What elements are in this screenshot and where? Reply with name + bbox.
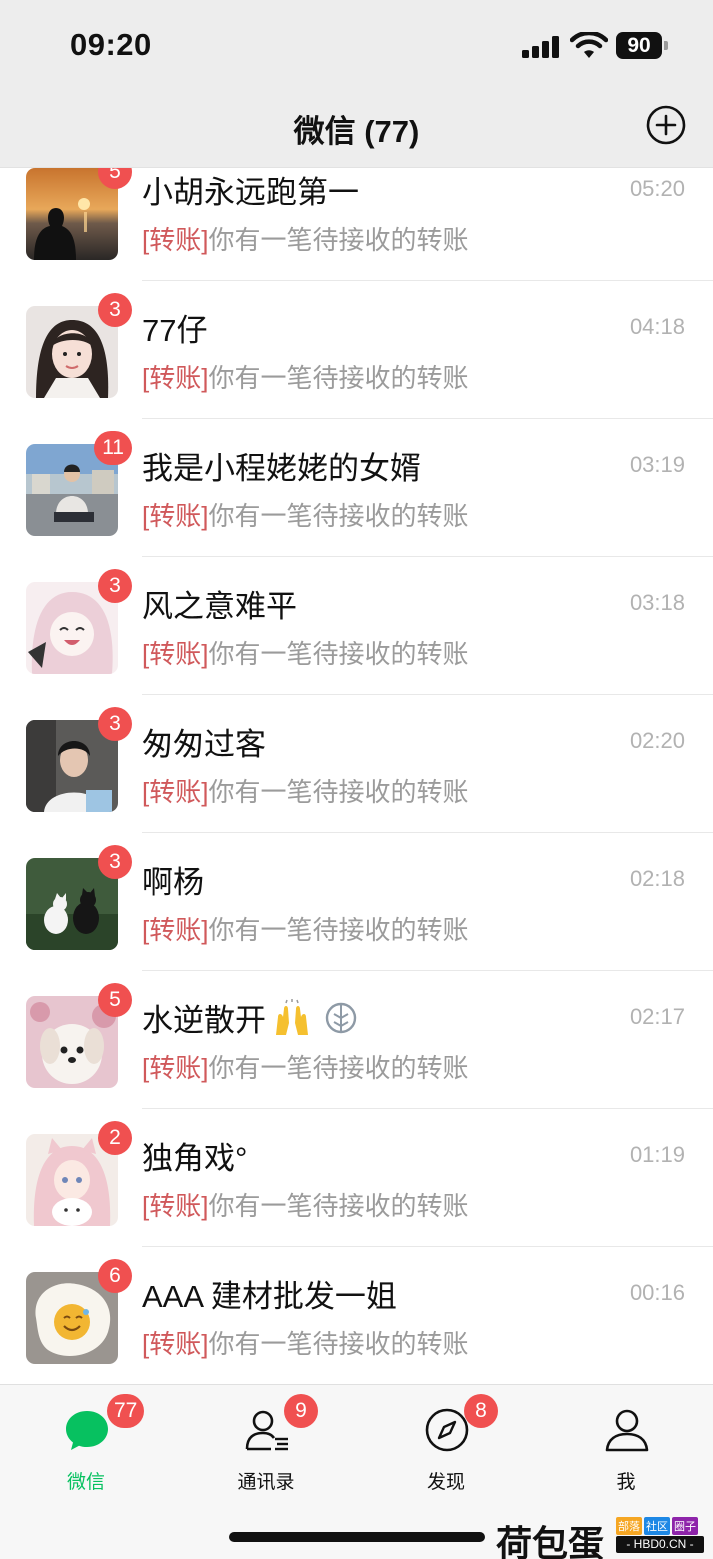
watermark-tag: 社区 — [644, 1517, 670, 1535]
chat-preview: [转账]你有一笔待接收的转账 — [142, 1053, 469, 1083]
chat-name: 小胡永远跑第一 — [142, 175, 359, 210]
contacts-icon — [245, 1410, 288, 1451]
watermark-tag: 圈子 — [672, 1517, 698, 1535]
unread-badge: 6 — [98, 1259, 132, 1293]
chat-bubble-icon — [66, 1411, 108, 1450]
chat-name: 我是小程姥姥的女婿 — [142, 451, 421, 486]
tab-badge: 77 — [107, 1394, 145, 1428]
chat-row[interactable]: 5 小胡永远跑第一 [转账]你有一笔待接收的转账 05:20 — [0, 168, 713, 281]
transfer-tag: [转账] — [142, 363, 209, 393]
transfer-tag: [转账] — [142, 915, 209, 945]
status-bar: 09:20 90 — [0, 0, 713, 88]
tab-label: 通讯录 — [237, 1472, 295, 1493]
chat-preview: [转账]你有一笔待接收的转账 — [142, 363, 469, 393]
chat-name: 水逆散开 — [142, 995, 358, 1040]
tab-chats[interactable]: 77 微信 — [26, 1385, 146, 1495]
chat-row[interactable]: 11 我是小程姥姥的女婿 [转账]你有一笔待接收的转账 03:19 — [0, 419, 713, 557]
transfer-tag: [转账] — [142, 225, 209, 255]
tab-label: 发现 — [426, 1472, 465, 1493]
battery-level: 90 — [616, 32, 662, 59]
chat-time: 02:20 — [629, 728, 685, 753]
chat-time: 02:17 — [629, 1004, 685, 1029]
chat-row[interactable]: 3 啊杨 [转账]你有一笔待接收的转账 02:18 — [0, 833, 713, 971]
chat-time: 01:19 — [629, 1142, 685, 1167]
chat-time: 05:20 — [629, 176, 685, 201]
transfer-tag: [转账] — [142, 639, 209, 669]
cellular-signal-icon — [522, 36, 562, 58]
unread-badge: 3 — [98, 845, 132, 879]
transfer-tag: [转账] — [142, 1191, 209, 1221]
chat-row[interactable]: 3 匆匆过客 [转账]你有一笔待接收的转账 02:20 — [0, 695, 713, 833]
wifi-icon — [570, 32, 608, 58]
person-icon — [605, 1409, 649, 1452]
chat-name: 匆匆过客 — [142, 727, 266, 762]
unread-badge: 5 — [98, 983, 132, 1017]
unread-badge: 3 — [98, 569, 132, 603]
transfer-tag: [转账] — [142, 1329, 209, 1359]
tab-contacts[interactable]: 9 通讯录 — [206, 1385, 326, 1495]
tab-label: 微信 — [66, 1472, 105, 1493]
chat-list[interactable]: 5 小胡永远跑第一 [转账]你有一笔待接收的转账 05:20 3 77仔 [转账… — [0, 168, 713, 1384]
nav-bar: 微信 (77) — [0, 88, 713, 168]
tab-badge: 8 — [464, 1394, 498, 1428]
compass-icon — [425, 1408, 469, 1452]
tab-me[interactable]: 我 — [566, 1385, 686, 1495]
chat-preview: [转账]你有一笔待接收的转账 — [142, 777, 469, 807]
chat-preview: [转账]你有一笔待接收的转账 — [142, 915, 469, 945]
chat-name: 77仔 — [142, 313, 208, 348]
unread-badge: 3 — [98, 293, 132, 327]
chat-time: 02:18 — [629, 866, 685, 891]
mute-icon — [325, 1002, 357, 1033]
chat-preview: [转账]你有一笔待接收的转账 — [142, 639, 469, 669]
watermark-tag: 部落 — [616, 1517, 642, 1535]
tab-discover[interactable]: 8 发现 — [386, 1385, 506, 1495]
chat-name: 独角戏° — [142, 1141, 248, 1176]
home-indicator[interactable] — [229, 1532, 485, 1542]
chat-preview: [转账]你有一笔待接收的转账 — [142, 1329, 469, 1359]
raising-hands-emoji — [276, 998, 308, 1035]
chat-name: 啊杨 — [142, 865, 204, 900]
chat-name: 风之意难平 — [142, 589, 297, 624]
chat-preview: [转账]你有一笔待接收的转账 — [142, 1191, 469, 1221]
unread-badge: 3 — [98, 707, 132, 741]
unread-badge: 11 — [94, 431, 132, 465]
status-time: 09:20 — [70, 27, 152, 62]
watermark-url: - HBD0.CN - — [616, 1536, 704, 1553]
chat-row[interactable]: 6 AAA 建材批发一姐 [转账]你有一笔待接收的转账 00:16 — [0, 1247, 713, 1384]
chat-preview: [转账]你有一笔待接收的转账 — [142, 501, 469, 531]
chat-time: 03:19 — [629, 452, 685, 477]
page-title: 微信 (77) — [293, 114, 420, 149]
tab-badge: 9 — [284, 1394, 318, 1428]
chat-time: 00:16 — [629, 1280, 685, 1305]
transfer-tag: [转账] — [142, 501, 209, 531]
watermark-text: 荷包蛋 — [496, 1524, 605, 1559]
chat-name: AAA 建材批发一姐 — [142, 1279, 397, 1314]
chat-row[interactable]: 2 独角戏° [转账]你有一笔待接收的转账 01:19 — [0, 1109, 713, 1247]
battery-icon: 90 — [616, 32, 668, 59]
watermark-logo: 荷包蛋 部落 社区 圈子 - HBD0.CN - — [496, 1515, 713, 1559]
transfer-tag: [转账] — [142, 777, 209, 807]
tab-label: 我 — [616, 1472, 636, 1493]
chat-time: 03:18 — [629, 590, 685, 615]
chat-row[interactable]: 3 77仔 [转账]你有一笔待接收的转账 04:18 — [0, 281, 713, 419]
chat-time: 04:18 — [629, 314, 685, 339]
add-plus-icon[interactable] — [646, 105, 686, 145]
chat-row[interactable]: 3 风之意难平 [转账]你有一笔待接收的转账 03:18 — [0, 557, 713, 695]
transfer-tag: [转账] — [142, 1053, 209, 1083]
chat-row[interactable]: 5 水逆散开 [转账]你有一笔待接收的转账 02:17 — [0, 971, 713, 1109]
unread-badge: 2 — [98, 1121, 132, 1155]
chat-preview: [转账]你有一笔待接收的转账 — [142, 225, 469, 255]
